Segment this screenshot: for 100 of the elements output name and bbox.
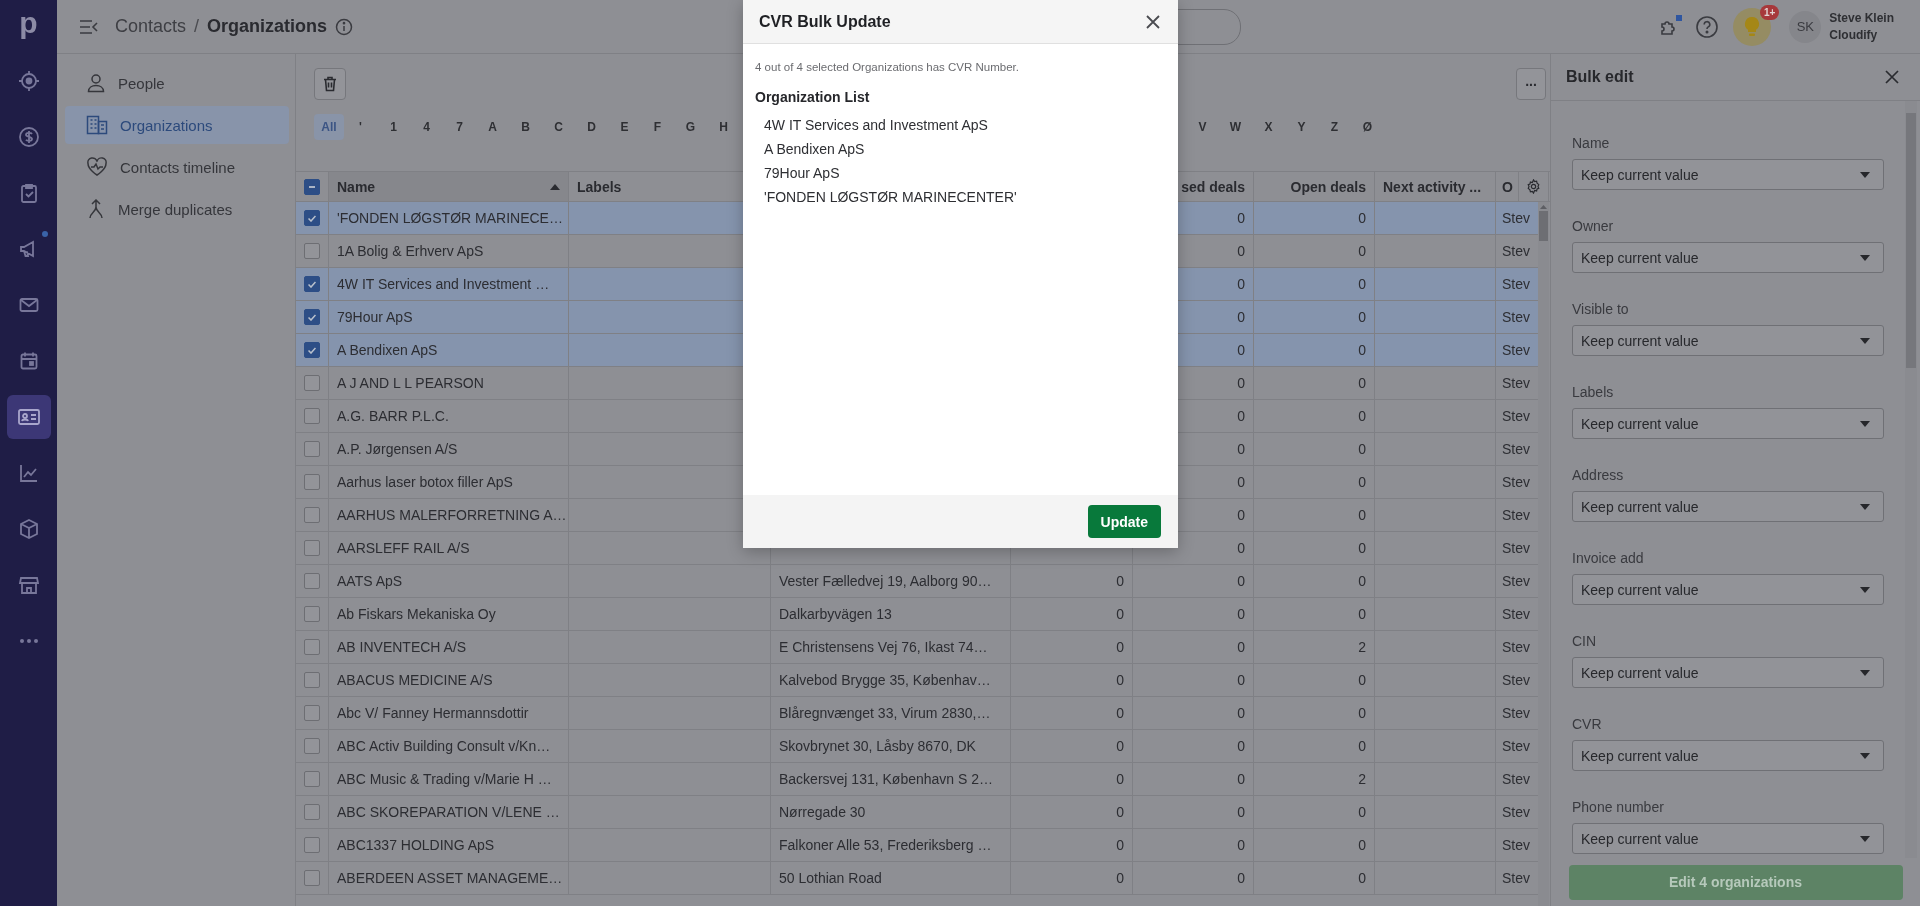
organization-link[interactable]: ABC Music & Trading v/Marie H …: [337, 771, 552, 787]
sidebar-item[interactable]: Merge duplicates: [65, 190, 289, 228]
column-header[interactable]: Next activity ...: [1375, 172, 1496, 201]
organization-link[interactable]: A Bendixen ApS: [337, 342, 438, 358]
row-checkbox[interactable]: [304, 507, 320, 523]
letter-filter[interactable]: F: [641, 114, 674, 140]
letter-filter[interactable]: G: [674, 114, 707, 140]
more-button[interactable]: ...: [1516, 68, 1546, 100]
settings-icon[interactable]: [1526, 179, 1541, 194]
letter-filter[interactable]: 7: [443, 114, 476, 140]
letter-filter[interactable]: ': [344, 114, 377, 140]
scrollbar-thumb[interactable]: [1539, 211, 1548, 241]
sidebar-item[interactable]: Contacts timeline: [65, 148, 289, 186]
row-checkbox[interactable]: [304, 309, 320, 325]
organization-link[interactable]: AARHUS MALERFORRETNING A…: [337, 507, 567, 523]
row-checkbox[interactable]: [304, 573, 320, 589]
table-row[interactable]: ABC Music & Trading v/Marie H … Backersvej 131, København S 2… 0 0 2 Stev: [296, 763, 1538, 796]
table-row[interactable]: AATS ApS Vester Fælledvej 19, Aalborg 90… 0 0 0 Stev: [296, 565, 1538, 598]
letter-filter[interactable]: D: [575, 114, 608, 140]
row-checkbox[interactable]: [304, 474, 320, 490]
column-header[interactable]: Open deals: [1254, 172, 1375, 201]
organization-link[interactable]: 'FONDEN LØGSTØR MARINECE…: [337, 210, 563, 226]
row-checkbox[interactable]: [304, 672, 320, 688]
sidebar-item[interactable]: People: [65, 64, 289, 102]
letter-filter[interactable]: W: [1219, 114, 1252, 140]
organization-link[interactable]: Abc V/ Fanney Hermannsdottir: [337, 705, 529, 721]
sidebar-item[interactable]: Organizations: [65, 106, 289, 144]
letter-filter[interactable]: A: [476, 114, 509, 140]
row-checkbox[interactable]: [304, 870, 320, 886]
table-row[interactable]: AB INVENTECH A/S E Christensens Vej 76, Ikast 74… 0 0 2 Stev: [296, 631, 1538, 664]
info-icon[interactable]: [335, 17, 354, 36]
help-icon[interactable]: [1695, 14, 1720, 39]
row-checkbox[interactable]: [304, 804, 320, 820]
row-checkbox[interactable]: [304, 243, 320, 259]
scroll-up-icon[interactable]: [1540, 205, 1547, 209]
dropdown-field[interactable]: Keep current value: [1572, 657, 1884, 688]
organization-link[interactable]: AATS ApS: [337, 573, 403, 589]
row-checkbox[interactable]: [304, 771, 320, 787]
close-icon[interactable]: [1885, 70, 1899, 84]
scrollbar[interactable]: [1905, 101, 1917, 858]
letter-filter[interactable]: 1: [377, 114, 410, 140]
organization-link[interactable]: ABC1337 HOLDING ApS: [337, 837, 495, 853]
scrollbar[interactable]: [1538, 202, 1549, 906]
dropdown-field[interactable]: Keep current value: [1572, 159, 1884, 190]
table-row[interactable]: Abc V/ Fanney Hermannsdottir Blåregnvænget 33, Virum 2830,… 0 0 0 Stev: [296, 697, 1538, 730]
table-row[interactable]: ABACUS MEDICINE A/S Kalvebod Brygge 35, Københav… 0 0 0 Stev: [296, 664, 1538, 697]
table-row[interactable]: ABERDEEN ASSET MANAGEME… 50 Lothian Road 0 0 0 Stev: [296, 862, 1538, 895]
dropdown-field[interactable]: Keep current value: [1572, 740, 1884, 771]
row-checkbox[interactable]: [304, 276, 320, 292]
row-checkbox[interactable]: [304, 705, 320, 721]
organization-link[interactable]: ABACUS MEDICINE A/S: [337, 672, 493, 688]
letter-filter[interactable]: Y: [1285, 114, 1318, 140]
organization-link[interactable]: 79Hour ApS: [337, 309, 413, 325]
column-header[interactable]: Name: [329, 172, 569, 201]
row-checkbox[interactable]: [304, 606, 320, 622]
user-avatar[interactable]: SK: [1789, 10, 1822, 43]
organization-link[interactable]: AARSLEFF RAIL A/S: [337, 540, 470, 556]
organization-link[interactable]: 4W IT Services and Investment …: [337, 276, 550, 292]
select-all-checkbox[interactable]: [304, 178, 320, 195]
row-checkbox[interactable]: [304, 738, 320, 754]
dropdown-field[interactable]: Keep current value: [1572, 491, 1884, 522]
dropdown-field[interactable]: Keep current value: [1572, 574, 1884, 605]
organization-link[interactable]: A.P. Jørgensen A/S: [337, 441, 458, 457]
delete-button[interactable]: [314, 68, 346, 100]
letter-filter[interactable]: X: [1252, 114, 1285, 140]
table-row[interactable]: ABC Activ Building Consult v/Kn… Skovbrynet 30, Låsby 8670, DK 0 0 0 Stev: [296, 730, 1538, 763]
organization-link[interactable]: A J AND L L PEARSON: [337, 375, 484, 391]
letter-filter[interactable]: H: [707, 114, 740, 140]
nav-button[interactable]: [6, 395, 51, 439]
row-checkbox[interactable]: [304, 837, 320, 853]
letter-filter[interactable]: Z: [1318, 114, 1351, 140]
organization-link[interactable]: ABC SKOREPARATION V/LENE …: [337, 804, 560, 820]
table-row[interactable]: ABC SKOREPARATION V/LENE … Nørregade 30 0 0 0 Stev: [296, 796, 1538, 829]
organization-link[interactable]: A.G. BARR P.L.C.: [337, 408, 449, 424]
sidebar-toggle-icon[interactable]: [79, 18, 99, 35]
organization-link[interactable]: AB INVENTECH A/S: [337, 639, 467, 655]
app-logo[interactable]: p: [19, 6, 38, 40]
dropdown-field[interactable]: Keep current value: [1572, 242, 1884, 273]
letter-filter[interactable]: C: [542, 114, 575, 140]
table-row[interactable]: ABC1337 HOLDING ApS Falkoner Alle 53, Frederiksberg … 0 0 0 Stev: [296, 829, 1538, 862]
row-checkbox[interactable]: [304, 639, 320, 655]
organization-link[interactable]: Ab Fiskars Mekaniska Oy: [337, 606, 496, 622]
organization-link[interactable]: 1A Bolig & Erhverv ApS: [337, 243, 484, 259]
dropdown-field[interactable]: Keep current value: [1572, 408, 1884, 439]
letter-filter[interactable]: B: [509, 114, 542, 140]
row-checkbox[interactable]: [304, 540, 320, 556]
letter-filter[interactable]: 4: [410, 114, 443, 140]
row-checkbox[interactable]: [304, 342, 320, 358]
edit-organizations-button[interactable]: Edit 4 organizations: [1568, 864, 1903, 900]
organization-link[interactable]: ABC Activ Building Consult v/Kn…: [337, 738, 551, 754]
letter-filter[interactable]: All: [314, 114, 344, 140]
table-row[interactable]: Ab Fiskars Mekaniska Oy Dalkarbyvägen 13 0 0 0 Stev: [296, 598, 1538, 631]
row-checkbox[interactable]: [304, 375, 320, 391]
organization-link[interactable]: Aarhus laser botox filler ApS: [337, 474, 513, 490]
row-checkbox[interactable]: [304, 441, 320, 457]
letter-filter[interactable]: Ø: [1351, 114, 1384, 140]
row-checkbox[interactable]: [304, 210, 320, 226]
close-icon[interactable]: [1146, 14, 1160, 29]
row-checkbox[interactable]: [304, 408, 320, 424]
organization-link[interactable]: ABERDEEN ASSET MANAGEME…: [337, 870, 563, 886]
